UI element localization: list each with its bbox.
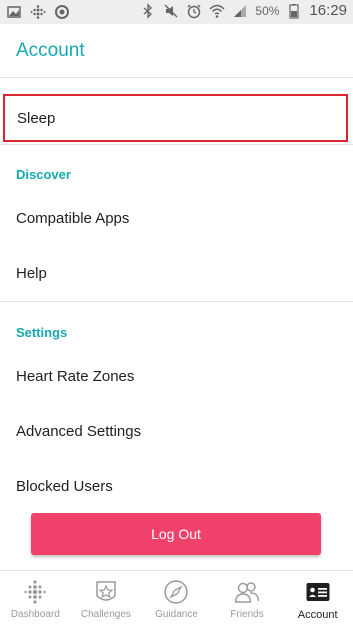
nav-item-challenges[interactable]: Challenges: [71, 571, 142, 628]
nav-label: Challenges: [80, 609, 131, 620]
friends-icon: [234, 582, 260, 603]
nav-item-friends[interactable]: Friends: [212, 571, 283, 628]
sync-icon: [55, 5, 69, 19]
bluetooth-icon: [143, 2, 153, 19]
list-item-label: Compatible Apps: [16, 209, 130, 227]
divider: [0, 144, 353, 145]
wifi-icon: [209, 4, 225, 18]
list-item-blocked-users[interactable]: Blocked Users: [0, 460, 353, 512]
nav-item-account[interactable]: Account: [282, 571, 353, 628]
divider: [0, 301, 353, 302]
signal-icon: [234, 4, 247, 17]
section-heading-settings: Settings: [16, 325, 68, 340]
log-out-button[interactable]: Log Out: [31, 513, 321, 555]
list-item-label: Help: [16, 264, 47, 282]
status-time: 16:29: [309, 2, 347, 19]
list-item-label: Sleep: [17, 109, 56, 127]
status-right-icons: 50% 16:29: [140, 2, 347, 19]
list-item-compatible-apps[interactable]: Compatible Apps: [0, 192, 353, 244]
list-item-advanced-settings[interactable]: Advanced Settings: [0, 405, 353, 457]
list-item-label: Heart Rate Zones: [16, 367, 135, 385]
section-heading-discover: Discover: [16, 167, 71, 182]
status-bar: 50% 16:29: [0, 0, 353, 24]
list-item-help[interactable]: Help: [0, 247, 353, 299]
mute-icon: [164, 3, 178, 18]
list-item-label: Blocked Users: [16, 477, 113, 495]
app-header: Account: [0, 24, 353, 78]
nav-item-guidance[interactable]: Guidance: [141, 571, 212, 628]
nav-label: Account: [297, 609, 338, 621]
battery-icon: [289, 3, 300, 19]
challenges-icon: [96, 581, 116, 601]
compass-icon: [164, 580, 189, 604]
battery-percent: 50%: [255, 3, 280, 18]
bottom-nav: Dashboard Challenges Guidance Friends Ac…: [0, 570, 353, 628]
list-item-sleep[interactable]: Sleep: [3, 94, 348, 142]
nav-label: Guidance: [155, 609, 198, 620]
image-icon: [7, 6, 21, 18]
list-item-label: Advanced Settings: [16, 422, 142, 440]
nav-label: Friends: [230, 609, 264, 620]
list-item-heart-rate-zones[interactable]: Heart Rate Zones: [0, 350, 353, 402]
nav-item-dashboard[interactable]: Dashboard: [0, 571, 71, 628]
dashboard-icon: [24, 580, 46, 604]
account-card-icon: [306, 583, 330, 601]
nav-label: Dashboard: [10, 609, 60, 620]
fitbit-dots-icon: [30, 5, 46, 19]
status-left-icons: [6, 4, 70, 20]
page-title: Account: [16, 40, 85, 61]
alarm-icon: [187, 3, 201, 18]
